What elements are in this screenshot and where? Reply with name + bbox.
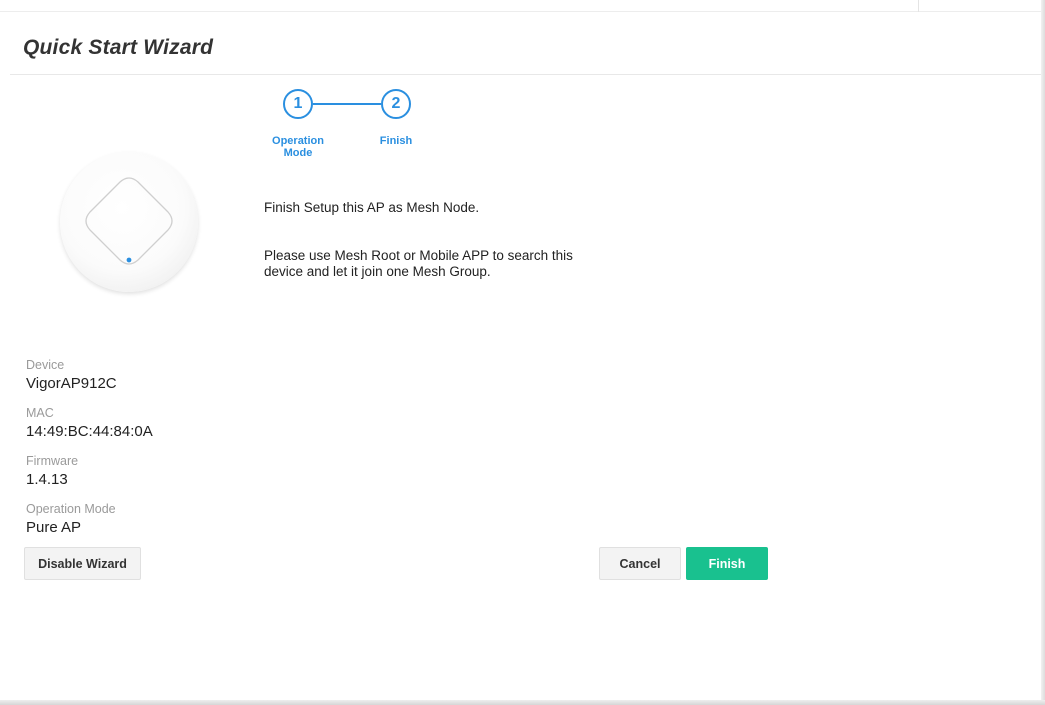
top-bar-divider [918,0,919,12]
mac-label: MAC [26,406,54,420]
firmware-value: 1.4.13 [26,471,68,488]
window-bottom-edge [0,700,1045,705]
access-point-outline-icon [85,177,173,265]
access-point-image [60,152,198,292]
disable-wizard-button[interactable]: Disable Wizard [24,547,141,580]
step-1-label: Operation Mode [263,135,333,159]
mesh-instruction: Please use Mesh Root or Mobile APP to se… [264,248,573,280]
mesh-instruction-line1: Please use Mesh Root or Mobile APP to se… [264,248,573,263]
operation-mode-value: Pure AP [26,519,82,536]
mac-value: 14:49:BC:44:84:0A [26,423,153,440]
top-bar [0,0,1045,12]
step-1-label-line2: Mode [283,147,313,159]
firmware-label: Firmware [26,454,79,468]
page-title: Quick Start Wizard [23,36,214,59]
cancel-button[interactable]: Cancel [599,547,681,580]
window-right-edge [1041,0,1045,705]
status-led-icon [126,257,132,263]
step-2-label: Finish [379,135,413,147]
device-label: Device [26,358,65,372]
step-connector [313,103,381,105]
operation-mode-label: Operation Mode [26,502,116,516]
mesh-instruction-line2: device and let it join one Mesh Group. [264,264,491,279]
device-value: VigorAP912C [26,375,117,392]
title-divider [10,74,1041,75]
finish-button[interactable]: Finish [686,547,768,580]
step-1-circle: 1 [283,89,313,119]
finish-message: Finish Setup this AP as Mesh Node. [264,200,480,215]
step-1-label-line1: Operation [272,135,324,147]
step-2-circle: 2 [381,89,411,119]
